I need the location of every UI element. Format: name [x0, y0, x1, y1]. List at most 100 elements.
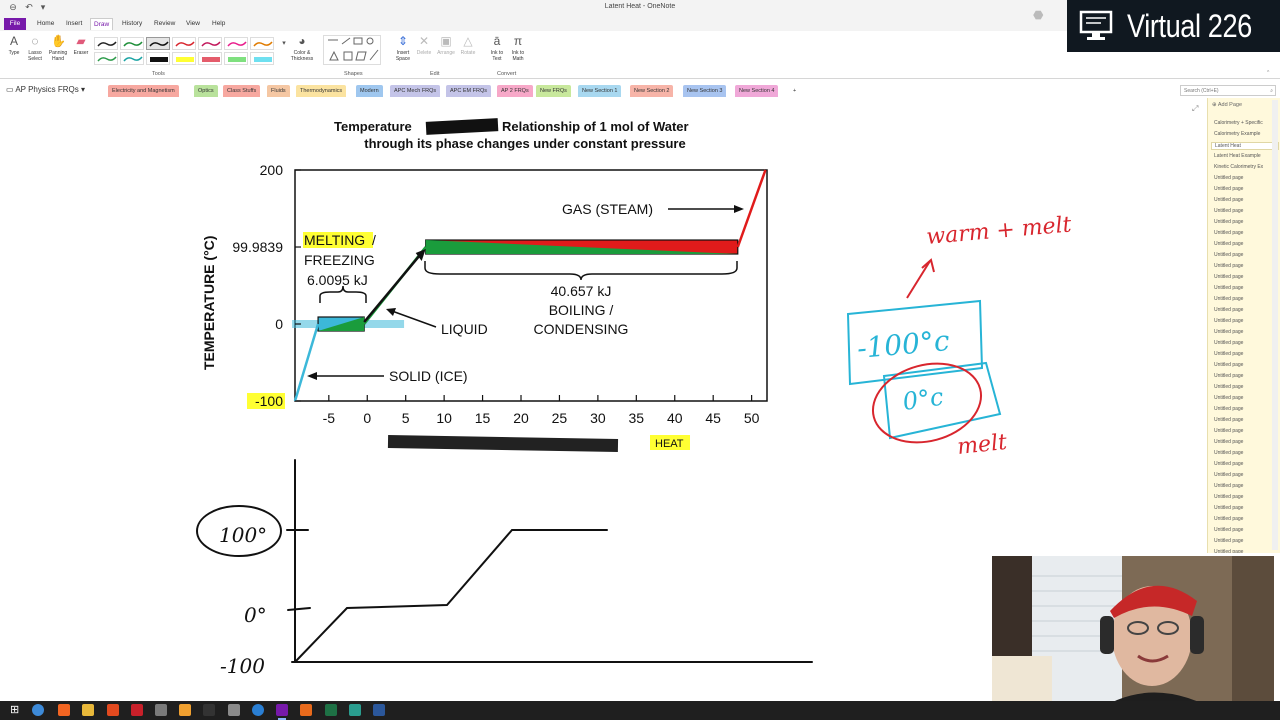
pen-black-selected[interactable] [146, 37, 170, 50]
page-list-item[interactable]: Untitled page [1214, 472, 1243, 478]
highlighter-cyan[interactable] [250, 52, 274, 65]
highlighter-black[interactable] [146, 52, 170, 65]
app-icon-2[interactable] [131, 704, 143, 716]
quick-access-icon[interactable]: ▾ [38, 2, 48, 12]
page-list-item[interactable]: Untitled page [1214, 230, 1243, 236]
page-list-item[interactable]: Untitled page [1214, 417, 1243, 423]
tab-draw[interactable]: Draw [90, 18, 114, 30]
page-list-item[interactable]: Untitled page [1214, 450, 1243, 456]
collapse-ribbon-icon[interactable]: ˆ [1267, 71, 1269, 78]
page-list-item[interactable]: Untitled page [1214, 461, 1243, 467]
pin-icon[interactable]: ⬣ [1033, 8, 1043, 22]
page-list-item[interactable]: Untitled page [1214, 494, 1243, 500]
page-list-item[interactable]: Calorimetry Example [1214, 131, 1260, 137]
tab-history[interactable]: History [119, 18, 145, 30]
pen-gallery-more[interactable]: ▾ [277, 37, 286, 53]
panning-hand-tool[interactable]: ✋ Panning Hand [47, 34, 69, 62]
section-tab[interactable]: Optics [194, 85, 218, 97]
arrange-tool[interactable]: ▣ Arrange [435, 34, 457, 56]
app-icon-4[interactable] [179, 704, 191, 716]
page-list-item[interactable]: Untitled page [1214, 219, 1243, 225]
ink-to-text-tool[interactable]: ā Ink to Text [486, 34, 508, 62]
eraser-tool[interactable]: ▰ Eraser [70, 34, 92, 56]
page-list-item[interactable]: Latent Heat [1211, 142, 1279, 150]
file-explorer-icon[interactable] [82, 704, 94, 716]
page-list-item[interactable]: Untitled page [1214, 197, 1243, 203]
page-list-item[interactable]: Untitled page [1214, 252, 1243, 258]
page-list-item[interactable]: Untitled page [1214, 274, 1243, 280]
edge-icon[interactable] [252, 704, 264, 716]
pen-magenta[interactable] [198, 37, 222, 50]
section-tab[interactable]: New Section 4 [735, 85, 779, 97]
page-list-item[interactable]: Untitled page [1214, 362, 1243, 368]
tab-view[interactable]: View [183, 18, 203, 30]
section-tab[interactable]: AP 2 FRQs [497, 85, 533, 97]
section-tab[interactable]: APC Mech FRQs [390, 85, 441, 97]
page-list-item[interactable]: Untitled page [1214, 307, 1243, 313]
page-list-item[interactable]: Untitled page [1214, 186, 1243, 192]
brave-icon[interactable] [58, 704, 70, 716]
page-list-item[interactable]: Untitled page [1214, 373, 1243, 379]
page-list-item[interactable]: Untitled page [1214, 263, 1243, 269]
section-tab[interactable]: New FRQs [536, 85, 571, 97]
page-list-item[interactable]: Untitled page [1214, 285, 1243, 291]
word-icon[interactable] [373, 704, 385, 716]
rotate-tool[interactable]: △ Rotate [457, 34, 479, 56]
pen-pink[interactable] [224, 37, 248, 50]
section-tab[interactable]: New Section 3 [683, 85, 727, 97]
add-page-button[interactable]: ⊕ Add Page [1212, 102, 1242, 108]
page-list-item[interactable]: Kinetic Calorimetry Ex [1214, 164, 1263, 170]
page-list-item[interactable]: Calorimetry + Specific [1214, 120, 1263, 126]
section-tab[interactable]: APC EM FRQs [446, 85, 491, 97]
pen-teal[interactable] [120, 52, 144, 65]
vlc-icon[interactable] [300, 704, 312, 716]
pen-red[interactable] [172, 37, 196, 50]
page-list-item[interactable]: Untitled page [1214, 175, 1243, 181]
page-list-item[interactable]: Untitled page [1214, 241, 1243, 247]
page-list-item[interactable]: Untitled page [1214, 340, 1243, 346]
shapes-gallery[interactable] [323, 35, 381, 65]
page-list-item[interactable]: Untitled page [1214, 538, 1243, 544]
ink-to-math-tool[interactable]: π Ink to Math [507, 34, 529, 62]
page-list-scrollbar[interactable] [1272, 100, 1278, 550]
section-tab[interactable]: Modern [356, 85, 383, 97]
pen-black[interactable] [94, 37, 118, 50]
section-tab[interactable]: Thermodynamics [296, 85, 347, 97]
page-list-item[interactable]: Untitled page [1214, 428, 1243, 434]
tab-file[interactable]: File [4, 18, 26, 30]
back-icon[interactable]: ⊖ [8, 2, 18, 12]
windows-start-icon[interactable]: ⊞ [10, 704, 22, 716]
search-input[interactable]: Search (Ctrl+E) ⌕ [1180, 85, 1276, 96]
app-icon-6[interactable] [349, 704, 361, 716]
delete-tool[interactable]: ✕ Delete [413, 34, 435, 56]
app-icon-5[interactable] [228, 704, 240, 716]
page-list-item[interactable]: Untitled page [1214, 318, 1243, 324]
highlighter-yellow[interactable] [172, 52, 196, 65]
app-icon-3[interactable] [155, 704, 167, 716]
page-list-item[interactable]: Untitled page [1214, 296, 1243, 302]
tab-help[interactable]: Help [209, 18, 228, 30]
section-tab[interactable]: Electricity and Magnetism [108, 85, 179, 97]
page-list-item[interactable]: Untitled page [1214, 384, 1243, 390]
section-tab[interactable]: New Section 1 [578, 85, 622, 97]
page-list-item[interactable]: Untitled page [1214, 395, 1243, 401]
section-tab[interactable]: Class Stuffs [223, 85, 261, 97]
page-list-item[interactable]: Untitled page [1214, 208, 1243, 214]
section-tab[interactable]: Fluids [267, 85, 290, 97]
undo-icon[interactable]: ↶ [24, 2, 34, 12]
tab-insert[interactable]: Insert [63, 18, 85, 30]
onenote-icon[interactable] [276, 704, 288, 720]
notebook-selector[interactable]: ▭ AP Physics FRQs ▾ [6, 84, 85, 96]
chrome-icon[interactable] [32, 704, 44, 716]
page-list-item[interactable]: Untitled page [1214, 527, 1243, 533]
excel-icon[interactable] [325, 704, 337, 716]
color-thickness-tool[interactable]: ◕ Color & Thickness [288, 34, 316, 62]
terminal-icon[interactable] [203, 704, 215, 716]
section-tab[interactable]: + [789, 85, 801, 97]
page-list-item[interactable]: Untitled page [1214, 329, 1243, 335]
app-icon-1[interactable] [107, 704, 119, 716]
section-tab[interactable]: New Section 2 [630, 85, 674, 97]
page-list-item[interactable]: Latent Heat Example [1214, 153, 1261, 159]
highlighter-red[interactable] [198, 52, 222, 65]
highlighter-green[interactable] [224, 52, 248, 65]
